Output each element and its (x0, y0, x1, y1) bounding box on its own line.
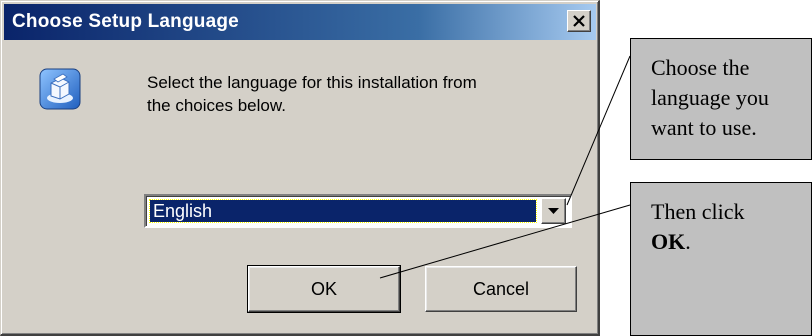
setup-icon (39, 68, 81, 110)
language-selection-highlight[interactable]: English (149, 199, 537, 223)
close-icon (573, 15, 585, 27)
dialog-message: Select the language for this installatio… (147, 71, 567, 117)
message-line: Select the language for this installatio… (147, 73, 477, 92)
callout-line: Then click (651, 199, 745, 224)
close-button[interactable] (567, 10, 591, 32)
message-line: the choices below. (147, 96, 286, 115)
language-value: English (153, 201, 213, 221)
language-select[interactable]: English (144, 194, 572, 228)
callout-bold-text: OK (651, 229, 686, 254)
callout-line: language you (651, 85, 769, 110)
language-dropdown-button[interactable] (541, 198, 566, 224)
screenshot-root: Choose Setup Language Select the languag… (0, 0, 812, 336)
ok-button[interactable]: OK (247, 265, 401, 313)
dialog-title: Choose Setup Language (12, 11, 239, 32)
callout-line: want to use. (651, 115, 757, 140)
cancel-button[interactable]: Cancel (425, 266, 577, 312)
chevron-down-icon (548, 208, 559, 214)
callout-punctuation: . (685, 229, 691, 254)
setup-language-dialog: Choose Setup Language Select the languag… (0, 0, 600, 336)
callout-click-ok: Then click OK. (630, 182, 812, 336)
title-bar[interactable]: Choose Setup Language (4, 4, 596, 40)
callout-line: OK. (651, 227, 811, 257)
callout-line: Choose the (651, 55, 750, 80)
callout-choose-language: Choose the language you want to use. (630, 38, 812, 160)
